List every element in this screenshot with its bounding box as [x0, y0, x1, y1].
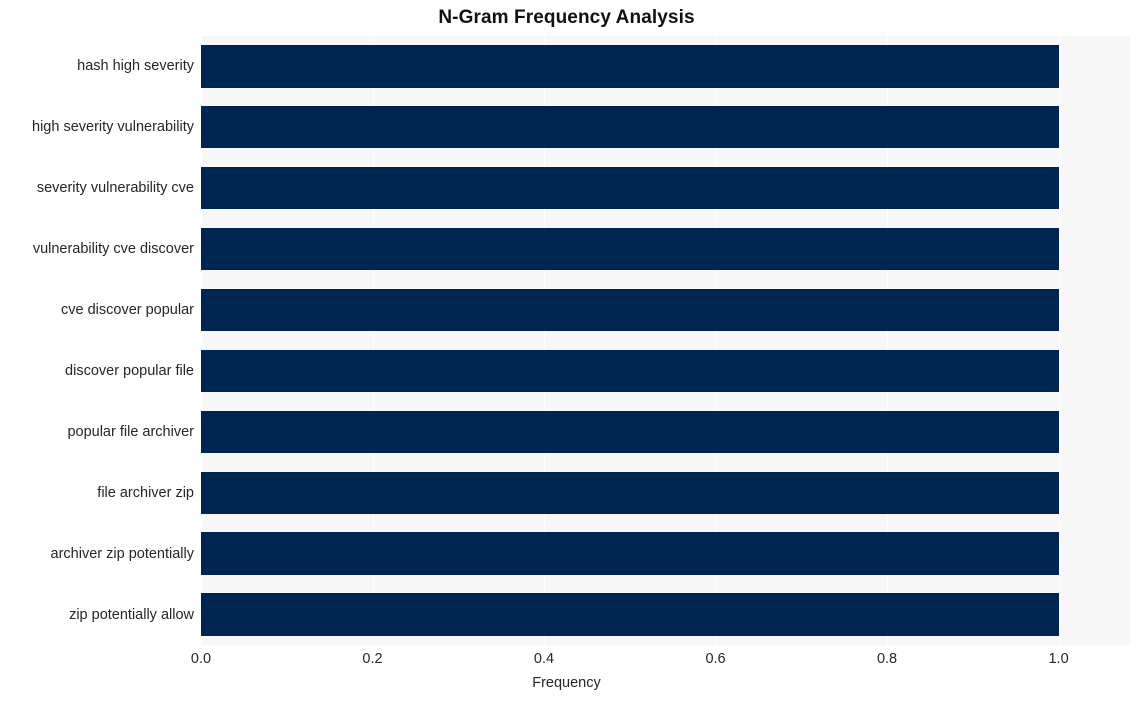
bar — [201, 532, 1059, 575]
bar — [201, 227, 1059, 271]
bar — [201, 167, 1059, 210]
x-axis-tick-labels: 0.0 0.2 0.4 0.6 0.8 1.0 — [0, 651, 1141, 673]
bar — [201, 593, 1059, 636]
x-tick-0.0: 0.0 — [190, 651, 212, 667]
bar — [201, 410, 1059, 453]
bar — [201, 471, 1059, 514]
bar — [201, 106, 1059, 149]
y-axis-label-7: file archiver zip — [97, 484, 194, 501]
y-axis-label-9: zip potentially allow — [69, 606, 194, 623]
y-axis-tick-labels: hash high severity high severity vulnerab… — [0, 36, 194, 645]
bar — [201, 288, 1059, 332]
chart-title: N-Gram Frequency Analysis — [438, 7, 695, 28]
chart-figure: N-Gram Frequency Analysis hash high seve… — [0, 0, 1141, 701]
y-axis-label-2: severity vulnerability cve — [36, 180, 194, 197]
y-axis-label-5: discover popular file — [65, 362, 194, 379]
x-tick-0.6: 0.6 — [705, 651, 726, 667]
x-tick-0.4: 0.4 — [533, 651, 555, 667]
x-tick-0.8: 0.8 — [876, 651, 898, 667]
y-axis-label-1: high severity vulnerability — [32, 119, 194, 136]
y-axis-label-6: popular file archiver — [67, 423, 194, 440]
x-axis-label: Frequency — [532, 675, 601, 691]
y-axis-label-0: hash high severity — [77, 58, 194, 75]
y-axis-label-3: vulnerability cve discover — [32, 241, 194, 258]
y-axis-label-4: cve discover popular — [61, 302, 194, 319]
x-tick-1.0: 1.0 — [1048, 651, 1069, 667]
bars-layer — [201, 36, 1130, 645]
bar — [201, 45, 1059, 88]
y-axis-label-8: archiver zip potentially — [50, 545, 194, 562]
plot-area — [201, 36, 1130, 645]
bar — [201, 349, 1059, 393]
x-tick-0.2: 0.2 — [362, 651, 383, 667]
